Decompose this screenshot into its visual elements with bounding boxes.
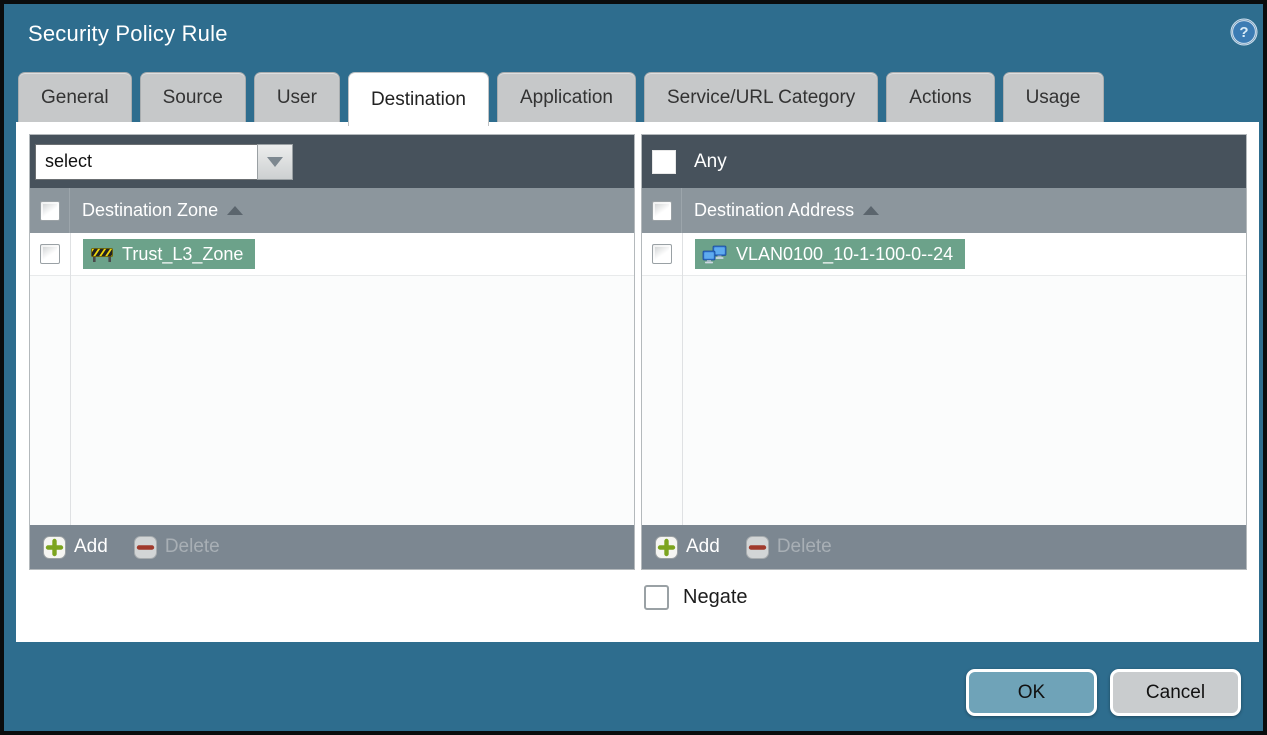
address-delete-label: Delete bbox=[776, 536, 832, 557]
dropdown-arrow-icon bbox=[267, 156, 283, 167]
zone-toolbar: Add Delete bbox=[30, 525, 634, 569]
zone-filter-band bbox=[30, 135, 634, 188]
table-row: VLAN0100_10-1-100-0--24 bbox=[642, 233, 1246, 276]
tab-usage[interactable]: Usage bbox=[1002, 72, 1104, 122]
address-column-label: Destination Address bbox=[694, 200, 855, 220]
delete-minus-icon bbox=[133, 535, 157, 559]
negate-label: Negate bbox=[683, 586, 748, 608]
zone-delete-label: Delete bbox=[164, 536, 220, 557]
zone-icon bbox=[91, 247, 113, 262]
address-toolbar: Add Delete bbox=[642, 525, 1246, 569]
table-row: Trust_L3_Zone bbox=[30, 233, 634, 276]
zone-entry-label: Trust_L3_Zone bbox=[122, 243, 244, 264]
address-add-label: Add bbox=[686, 536, 720, 557]
zone-select-input[interactable] bbox=[35, 143, 257, 180]
negate-checkbox[interactable] bbox=[644, 585, 669, 610]
any-label: Any bbox=[694, 150, 727, 172]
zone-add-label: Add bbox=[74, 536, 108, 557]
zone-row-checkbox-cell bbox=[30, 233, 70, 275]
tab-source[interactable]: Source bbox=[139, 72, 246, 122]
zone-header-checkbox-cell bbox=[30, 188, 70, 233]
zone-row-checkbox[interactable] bbox=[40, 244, 60, 264]
tab-destination[interactable]: Destination bbox=[347, 72, 489, 126]
address-select-all-checkbox[interactable] bbox=[651, 200, 672, 221]
destination-tab-content: Destination Zone bbox=[16, 122, 1259, 642]
address-icon bbox=[702, 245, 727, 263]
tab-service-url-category[interactable]: Service/URL Category bbox=[643, 72, 879, 122]
address-row-checkbox-cell bbox=[642, 233, 682, 275]
sort-ascending-icon bbox=[863, 206, 880, 215]
help-icon[interactable]: ? bbox=[1230, 18, 1258, 46]
address-list: VLAN0100_10-1-100-0--24 bbox=[642, 233, 1246, 525]
destination-zone-panel: Destination Zone bbox=[29, 134, 635, 570]
zone-select-dropdown bbox=[35, 143, 293, 180]
address-row-checkbox[interactable] bbox=[652, 244, 672, 264]
add-plus-icon bbox=[655, 535, 678, 559]
tab-bar: General Source User Destination Applicat… bbox=[18, 72, 1104, 126]
security-policy-rule-dialog: Security Policy Rule ? General Source Us… bbox=[0, 0, 1267, 735]
address-any-band: Any bbox=[642, 135, 1246, 188]
address-column-header: Destination Address bbox=[642, 188, 1246, 233]
dialog-title: Security Policy Rule bbox=[28, 21, 228, 46]
ok-button[interactable]: OK bbox=[966, 669, 1097, 716]
destination-address-panel: Any Destination Address VLAN0100_10-1-10… bbox=[641, 134, 1247, 570]
address-entry-chip[interactable]: VLAN0100_10-1-100-0--24 bbox=[695, 239, 966, 269]
address-add-button[interactable]: Add bbox=[655, 535, 720, 559]
zone-list: Trust_L3_Zone bbox=[30, 233, 634, 525]
address-column-title[interactable]: Destination Address bbox=[694, 200, 880, 221]
sort-ascending-icon bbox=[227, 206, 244, 215]
tab-user[interactable]: User bbox=[253, 72, 340, 122]
zone-select-all-checkbox[interactable] bbox=[39, 200, 60, 221]
zone-delete-button[interactable]: Delete bbox=[133, 535, 220, 559]
zone-entry-chip[interactable]: Trust_L3_Zone bbox=[83, 239, 256, 269]
negate-option: Negate bbox=[644, 585, 748, 610]
address-header-checkbox-cell bbox=[642, 188, 682, 233]
any-checkbox[interactable] bbox=[652, 149, 676, 174]
tab-actions[interactable]: Actions bbox=[886, 72, 995, 122]
add-plus-icon bbox=[43, 535, 66, 559]
zone-column-header: Destination Zone bbox=[30, 188, 634, 233]
tab-general[interactable]: General bbox=[18, 72, 132, 122]
cancel-button[interactable]: Cancel bbox=[1110, 669, 1241, 716]
zone-add-button[interactable]: Add bbox=[43, 535, 108, 559]
zone-column-label: Destination Zone bbox=[82, 200, 219, 220]
address-entry-label: VLAN0100_10-1-100-0--24 bbox=[736, 243, 954, 264]
svg-text:?: ? bbox=[1239, 24, 1248, 41]
address-delete-button[interactable]: Delete bbox=[745, 535, 832, 559]
zone-column-title[interactable]: Destination Zone bbox=[82, 200, 244, 221]
zone-select-dropdown-button[interactable] bbox=[257, 143, 293, 180]
delete-minus-icon bbox=[745, 535, 769, 559]
tab-application[interactable]: Application bbox=[497, 72, 636, 122]
